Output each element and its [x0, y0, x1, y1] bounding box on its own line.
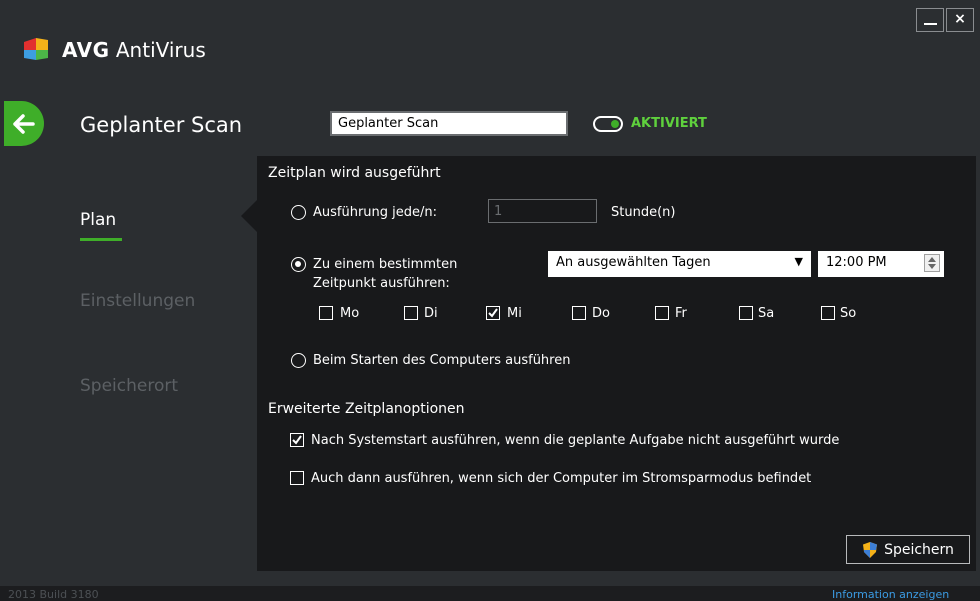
avg-logo-icon: [24, 38, 48, 60]
day-checkbox-so[interactable]: [821, 306, 835, 320]
day-checkbox-mi[interactable]: [486, 306, 500, 320]
radio-interval[interactable]: [291, 205, 306, 220]
nav-pointer: [241, 200, 257, 232]
advanced-section-title: Erweiterte Zeitplanoptionen: [268, 401, 465, 417]
close-icon: ×: [954, 11, 966, 27]
day-label-do: Do: [592, 306, 610, 321]
back-button[interactable]: [4, 101, 44, 146]
day-checkbox-do[interactable]: [572, 306, 586, 320]
check-icon: [488, 308, 498, 318]
time-spinner[interactable]: [924, 254, 940, 272]
app-brand: AVG: [62, 38, 110, 62]
interval-input[interactable]: [488, 199, 597, 223]
minimize-button[interactable]: [916, 8, 944, 32]
time-value: 12:00 PM: [826, 255, 887, 270]
radio-specific-label-line1: Zu einem bestimmten: [313, 257, 458, 272]
title-bar: AVG AntiVirus ×: [0, 0, 980, 92]
show-info-link[interactable]: Information anzeigen: [832, 588, 949, 601]
checkbox-run-after-startup[interactable]: [290, 433, 304, 447]
close-button[interactable]: ×: [946, 8, 974, 32]
toggle-status-label: AKTIVIERT: [631, 116, 707, 131]
day-label-fr: Fr: [675, 306, 687, 321]
dropdown-value: An ausgewählten Tagen: [556, 255, 711, 270]
uac-shield-icon: [863, 541, 878, 558]
nav-item-speicherort[interactable]: Speicherort: [80, 376, 178, 396]
build-info: 2013 Build 3180: [8, 588, 99, 601]
day-label-di: Di: [424, 306, 438, 321]
chevron-down-icon: ▼: [794, 255, 803, 268]
app-title: AVG AntiVirus: [62, 38, 206, 62]
day-checkbox-fr[interactable]: [655, 306, 669, 320]
arrow-left-icon: [13, 113, 35, 134]
checkbox-power-saving[interactable]: [290, 471, 304, 485]
nav-item-label: Speicherort: [80, 376, 179, 396]
run-after-startup-label: Nach Systemstart ausführen, wenn die gep…: [311, 433, 840, 448]
page-title: Geplanter Scan: [80, 113, 243, 137]
nav-item-plan[interactable]: Plan: [80, 210, 122, 241]
nav-item-label: Plan: [80, 210, 117, 230]
radio-specific-label-line2: Zeitpunkt ausführen:: [313, 276, 450, 291]
app-product: AntiVirus: [115, 38, 206, 62]
radio-interval-label: Ausführung jede/n:: [313, 205, 438, 220]
day-label-so: So: [840, 306, 857, 321]
time-input[interactable]: 12:00 PM: [818, 251, 944, 277]
active-indicator: [80, 238, 122, 241]
enabled-toggle[interactable]: [593, 116, 623, 132]
nav-item-label: Einstellungen: [80, 291, 196, 311]
day-label-sa: Sa: [758, 306, 775, 321]
scan-name-input[interactable]: [330, 111, 568, 136]
days-dropdown[interactable]: An ausgewählten Tagen ▼: [548, 251, 811, 277]
day-checkbox-sa[interactable]: [739, 306, 753, 320]
day-label-mi: Mi: [507, 306, 522, 321]
day-checkbox-di[interactable]: [404, 306, 418, 320]
schedule-section-title: Zeitplan wird ausgeführt: [268, 165, 441, 181]
save-button[interactable]: Speichern: [846, 535, 970, 564]
save-button-label: Speichern: [884, 541, 954, 558]
interval-unit-label: Stunde(n): [611, 205, 676, 220]
radio-startup[interactable]: [291, 353, 306, 368]
nav-item-einstellungen[interactable]: Einstellungen: [80, 291, 195, 311]
radio-specific-time[interactable]: [291, 257, 306, 272]
day-label-mo: Mo: [340, 306, 360, 321]
check-icon: [292, 435, 302, 445]
day-checkbox-mo[interactable]: [319, 306, 333, 320]
radio-startup-label: Beim Starten des Computers ausführen: [313, 353, 571, 368]
power-saving-label: Auch dann ausführen, wenn sich der Compu…: [311, 471, 812, 486]
